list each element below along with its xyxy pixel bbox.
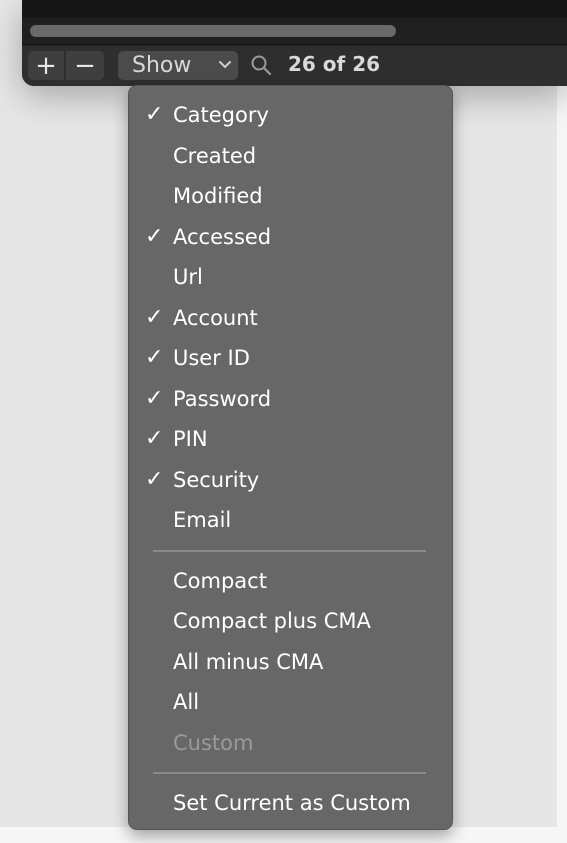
window-fragment: + − Show 26 of 26	[22, 0, 567, 86]
menu-item-pin[interactable]: ✓ PIN	[129, 419, 452, 459]
menu-item-account[interactable]: ✓ Account	[129, 298, 452, 338]
checkmark-icon: ✓	[145, 304, 164, 330]
menu-item-url[interactable]: Url	[129, 257, 452, 297]
checkmark-icon: ✓	[145, 466, 164, 492]
menu-item-accessed[interactable]: ✓ Accessed	[129, 217, 452, 257]
menu-item-label: Category	[173, 103, 269, 127]
menu-item-label: Email	[173, 508, 232, 532]
scrollbar-thumb[interactable]	[30, 25, 396, 37]
menu-item-preset-compact[interactable]: Compact	[129, 561, 452, 601]
menu-item-preset-compact-plus-cma[interactable]: Compact plus CMA	[129, 601, 452, 641]
menu-item-label: Set Current as Custom	[173, 791, 411, 815]
menu-item-label: Security	[173, 467, 260, 492]
menu-item-preset-custom: Custom	[129, 723, 452, 763]
checkmark-icon: ✓	[145, 385, 164, 411]
remove-button-label: −	[74, 50, 96, 81]
menu-item-label: All	[173, 690, 200, 714]
menu-item-label: Custom	[173, 730, 254, 755]
menu-item-label: Password	[173, 386, 272, 411]
menu-item-created[interactable]: Created	[129, 136, 452, 176]
menu-item-label: Created	[173, 143, 257, 168]
menu-item-email[interactable]: Email	[129, 500, 452, 540]
show-label: Show	[132, 52, 192, 78]
menu-item-user-id[interactable]: ✓ User ID	[129, 338, 452, 378]
chevron-down-icon	[219, 61, 231, 69]
content-area	[22, 0, 567, 45]
record-count: 26 of 26	[288, 52, 381, 76]
menu-item-set-current-as-custom[interactable]: Set Current as Custom	[129, 783, 452, 823]
remove-button[interactable]: −	[66, 51, 104, 80]
menu-item-security[interactable]: ✓ Security	[129, 460, 452, 500]
menu-item-label: All minus CMA	[173, 649, 324, 674]
menu-item-label: PIN	[173, 427, 208, 451]
menu-item-label: Account	[173, 305, 258, 330]
menu-item-label: Url	[173, 265, 203, 289]
menu-item-label: Modified	[173, 184, 263, 208]
checkmark-icon: ✓	[145, 102, 164, 127]
checkmark-icon: ✓	[145, 345, 164, 370]
horizontal-scrollbar[interactable]	[22, 18, 567, 44]
menu-item-preset-all[interactable]: All	[129, 682, 452, 722]
add-button-label: +	[35, 50, 57, 81]
bottom-toolbar: + − Show 26 of 26	[22, 46, 567, 86]
menu-item-label: User ID	[173, 346, 250, 370]
menu-item-password[interactable]: ✓ Password	[129, 379, 452, 419]
checkmark-icon: ✓	[145, 426, 164, 451]
add-button[interactable]: +	[28, 51, 64, 80]
menu-item-label: Compact plus CMA	[173, 609, 371, 633]
page-edge	[557, 0, 567, 843]
menu-separator	[153, 549, 426, 552]
show-popup-button[interactable]: Show	[118, 51, 238, 80]
menu-item-label: Compact	[173, 568, 267, 593]
checkmark-icon: ✓	[145, 223, 164, 249]
menu-item-category[interactable]: ✓ Category	[129, 95, 452, 135]
menu-item-preset-all-minus-cma[interactable]: All minus CMA	[129, 642, 452, 682]
search-icon[interactable]	[250, 54, 272, 76]
menu-item-label: Accessed	[173, 224, 272, 249]
menu-separator	[153, 772, 426, 774]
show-dropdown-menu: ✓ Category Created Modified ✓ Accessed Url ✓ Acc…	[128, 85, 453, 830]
menu-item-modified[interactable]: Modified	[129, 176, 452, 216]
